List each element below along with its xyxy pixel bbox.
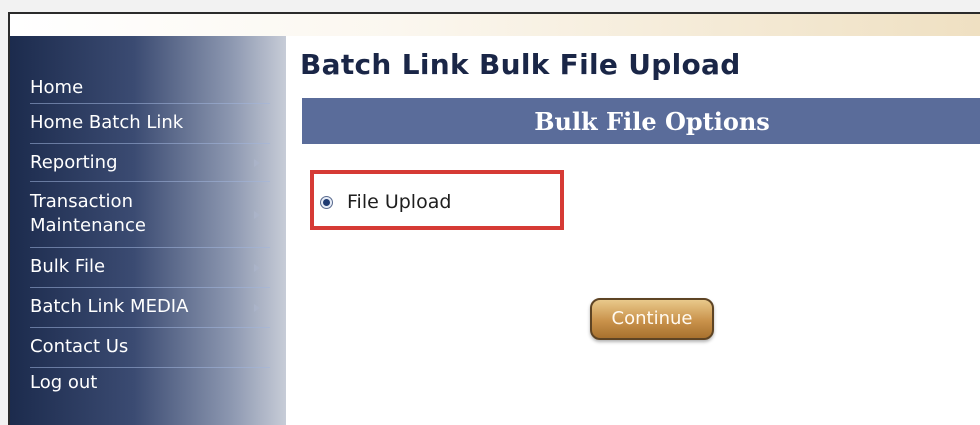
radio-dot-icon	[323, 198, 330, 206]
section-header-bar: Bulk File Options	[302, 98, 980, 144]
submenu-arrow-icon	[254, 210, 260, 219]
sidebar-item-label: Home Batch Link	[30, 112, 184, 133]
sidebar-item-bulk-file[interactable]: Bulk File	[30, 248, 270, 288]
main-content: Batch Link Bulk File Upload Bulk File Op…	[286, 36, 980, 425]
top-banner	[10, 14, 980, 36]
sidebar-item-home[interactable]: Home	[30, 68, 270, 104]
sidebar-item-label: Contact Us	[30, 336, 129, 357]
sidebar-item-label: Reporting	[30, 152, 118, 173]
sidebar-item-label: Log out	[30, 372, 98, 393]
page-title: Batch Link Bulk File Upload	[300, 48, 741, 81]
sidebar-nav: Home Home Batch Link Reporting Transacti…	[10, 36, 286, 425]
sidebar-item-transaction-maintenance[interactable]: Transaction Maintenance	[30, 182, 270, 248]
submenu-arrow-icon	[254, 303, 260, 312]
sidebar-item-home-batch-link[interactable]: Home Batch Link	[30, 104, 270, 144]
sidebar-item-label: Bulk File	[30, 256, 106, 277]
radio-button-selected[interactable]	[320, 195, 333, 209]
submenu-arrow-icon	[254, 263, 260, 272]
option-file-upload[interactable]: File Upload	[320, 188, 451, 216]
screenshot-frame: Home Home Batch Link Reporting Transacti…	[0, 0, 980, 425]
sidebar-item-reporting[interactable]: Reporting	[30, 144, 270, 182]
continue-button[interactable]: Continue	[590, 298, 714, 340]
sidebar-item-label: Transaction Maintenance	[30, 191, 146, 236]
browser-window: Home Home Batch Link Reporting Transacti…	[8, 12, 980, 425]
radio-label: File Upload	[347, 191, 452, 213]
sidebar-item-label: Home	[30, 77, 84, 98]
sidebar-item-contact-us[interactable]: Contact Us	[30, 328, 270, 368]
section-header-title: Bulk File Options	[534, 107, 770, 136]
sidebar-item-log-out[interactable]: Log out	[30, 368, 270, 404]
sidebar-item-label: Batch Link MEDIA	[30, 296, 189, 317]
sidebar-item-batch-link-media[interactable]: Batch Link MEDIA	[30, 288, 270, 328]
submenu-arrow-icon	[254, 158, 260, 167]
